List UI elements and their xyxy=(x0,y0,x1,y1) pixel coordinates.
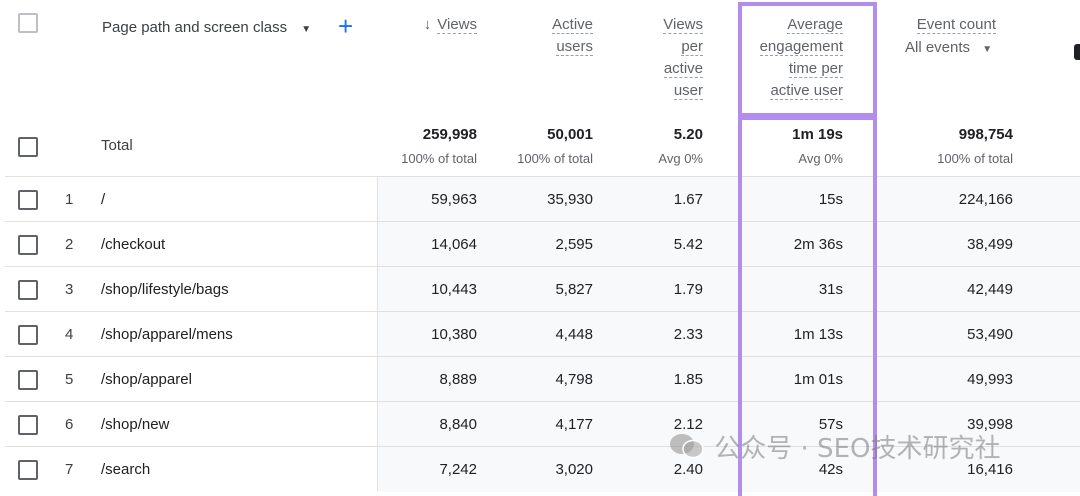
dimension-header[interactable]: Page path and screen class ▼ xyxy=(102,17,311,41)
row-active-users: 5,827 xyxy=(555,281,593,298)
watermark: 公众号 · SEO技术研究社 xyxy=(668,428,1000,465)
views-column-header[interactable]: ↓ Views xyxy=(412,14,477,36)
active-users-header-line-1: Active xyxy=(552,16,593,34)
row-checkbox[interactable] xyxy=(18,460,38,480)
row-checkbox[interactable] xyxy=(18,325,38,345)
row-views: 7,242 xyxy=(439,461,477,478)
total-views-per-user-sub: Avg 0% xyxy=(658,151,703,166)
total-views-per-user: 5.20 xyxy=(673,126,703,143)
row-rank: 2 xyxy=(65,236,74,253)
row-checkbox[interactable] xyxy=(18,235,38,255)
table-row[interactable]: 3 /shop/lifestyle/bags 10,443 5,827 1.79… xyxy=(5,266,1080,312)
row-event-count: 42,449 xyxy=(967,281,1013,298)
event-count-column-header[interactable]: Event count All events ▼ xyxy=(905,14,1015,61)
scroll-edge-indicator xyxy=(1074,44,1080,60)
active-users-header-line-2: users xyxy=(556,38,593,56)
total-event-count-cell: 998,754 100% of total xyxy=(900,126,1013,166)
add-dimension-icon[interactable]: + xyxy=(338,11,353,41)
highlight-header-box xyxy=(738,2,877,117)
arrow-down-icon: ↓ xyxy=(423,16,432,33)
column-divider xyxy=(377,176,378,491)
row-active-users: 2,595 xyxy=(555,236,593,253)
row-page-path[interactable]: /shop/apparel/mens xyxy=(101,312,233,357)
row-rank: 7 xyxy=(65,461,74,478)
row-views-per-user: 1.79 xyxy=(673,281,703,298)
row-active-users: 4,798 xyxy=(555,371,593,388)
dropdown-caret-icon[interactable]: ▼ xyxy=(301,24,311,35)
row-views-per-user: 2.33 xyxy=(673,326,703,343)
event-count-header-label: Event count xyxy=(916,16,996,34)
row-page-path[interactable]: /search xyxy=(101,447,150,492)
total-event-count: 998,754 xyxy=(958,126,1013,143)
total-views-sub: 100% of total xyxy=(401,151,477,166)
row-page-path[interactable]: /shop/apparel xyxy=(101,357,192,402)
row-active-users: 4,177 xyxy=(555,416,593,433)
row-event-count: 224,166 xyxy=(958,191,1013,208)
wechat-icon xyxy=(668,431,706,461)
dimension-label: Page path and screen class xyxy=(102,19,288,36)
total-active-users: 50,001 xyxy=(547,126,593,143)
total-row-checkbox[interactable] xyxy=(18,137,38,157)
row-page-path[interactable]: / xyxy=(101,177,105,222)
row-rank: 4 xyxy=(65,326,74,343)
row-views-per-user: 5.42 xyxy=(673,236,703,253)
row-rank: 6 xyxy=(65,416,74,433)
row-event-count: 49,993 xyxy=(967,371,1013,388)
views-per-user-header-line-1: Views xyxy=(663,16,703,34)
row-views: 10,380 xyxy=(431,326,477,343)
total-views-per-user-cell: 5.20 Avg 0% xyxy=(620,126,703,166)
total-views: 259,998 xyxy=(422,126,477,143)
row-views: 59,963 xyxy=(431,191,477,208)
table-row[interactable]: 4 /shop/apparel/mens 10,380 4,448 2.33 1… xyxy=(5,311,1080,357)
row-views: 14,064 xyxy=(431,236,477,253)
row-active-users: 35,930 xyxy=(547,191,593,208)
row-page-path[interactable]: /shop/new xyxy=(101,402,169,447)
dropdown-caret-icon: ▼ xyxy=(982,44,993,55)
total-label: Total xyxy=(101,137,133,154)
row-rank: 3 xyxy=(65,281,74,298)
views-per-user-header-line-2: per xyxy=(681,38,703,56)
row-views-per-user: 1.67 xyxy=(673,191,703,208)
total-active-users-sub: 100% of total xyxy=(517,151,593,166)
row-rank: 1 xyxy=(65,191,74,208)
row-checkbox[interactable] xyxy=(18,370,38,390)
watermark-text: 公众号 · SEO技术研究社 xyxy=(714,434,1001,464)
row-page-path[interactable]: /checkout xyxy=(101,222,165,267)
row-views: 10,443 xyxy=(431,281,477,298)
row-rank: 5 xyxy=(65,371,74,388)
views-per-user-header-line-4: user xyxy=(673,82,703,100)
total-active-users-cell: 50,001 100% of total xyxy=(500,126,593,166)
table-row[interactable]: 2 /checkout 14,064 2,595 5.42 2m 36s 38,… xyxy=(5,221,1080,267)
row-active-users: 3,020 xyxy=(555,461,593,478)
views-per-user-header-line-3: active xyxy=(663,60,703,78)
table-row[interactable]: 5 /shop/apparel 8,889 4,798 1.85 1m 01s … xyxy=(5,356,1080,402)
row-checkbox[interactable] xyxy=(18,190,38,210)
row-event-count: 38,499 xyxy=(967,236,1013,253)
row-event-count: 53,490 xyxy=(967,326,1013,343)
row-active-users: 4,448 xyxy=(555,326,593,343)
table-row[interactable]: 1 / 59,963 35,930 1.67 15s 224,166 xyxy=(5,176,1080,222)
row-views: 8,840 xyxy=(439,416,477,433)
active-users-column-header[interactable]: Active users xyxy=(500,14,593,58)
row-views: 8,889 xyxy=(439,371,477,388)
row-checkbox[interactable] xyxy=(18,280,38,300)
views-header-label: Views xyxy=(437,16,477,34)
select-all-checkbox[interactable] xyxy=(18,13,38,33)
event-filter-dropdown[interactable]: All events ▼ xyxy=(905,37,1015,61)
row-views-per-user: 1.85 xyxy=(673,371,703,388)
row-page-path[interactable]: /shop/lifestyle/bags xyxy=(101,267,229,312)
total-event-count-sub: 100% of total xyxy=(937,151,1013,166)
total-views-cell: 259,998 100% of total xyxy=(390,126,477,166)
views-per-user-column-header[interactable]: Views per active user xyxy=(620,14,703,102)
row-checkbox[interactable] xyxy=(18,415,38,435)
event-filter-label: All events xyxy=(905,39,971,56)
